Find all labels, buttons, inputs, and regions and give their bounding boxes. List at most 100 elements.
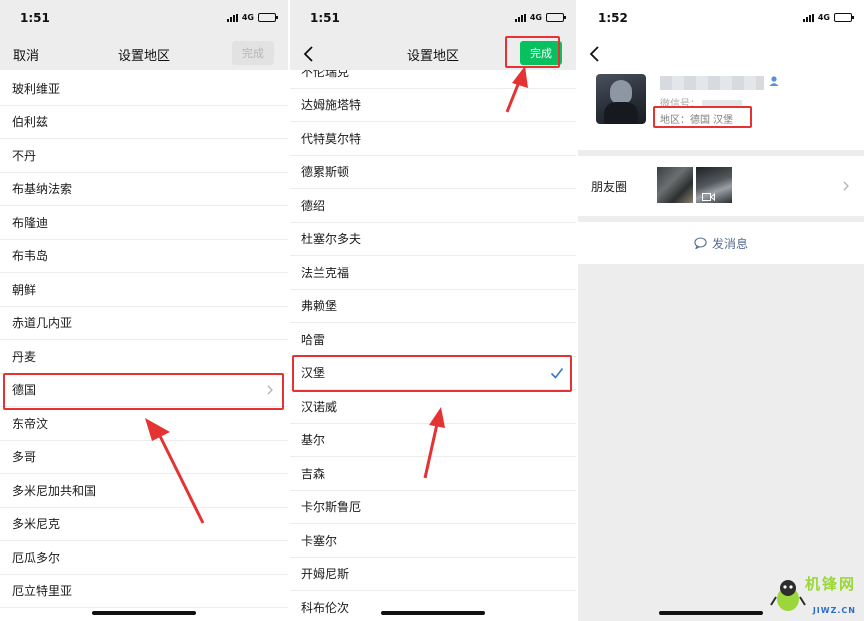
list-item[interactable]: 杜塞尔多夫 xyxy=(290,223,576,256)
list-item-label: 布韦岛 xyxy=(12,249,49,264)
watermark: 机锋网 JIWZ.CN xyxy=(770,573,862,617)
watermark-text: 机锋网 xyxy=(804,575,856,593)
network-type: 4G xyxy=(529,13,542,22)
user-gender-icon xyxy=(769,76,779,86)
moments-row[interactable]: 朋友圈 xyxy=(578,156,864,216)
list-item[interactable]: 汉诺威 xyxy=(290,390,576,424)
list-item[interactable]: 伯利兹 xyxy=(0,106,288,139)
list-item[interactable]: 德绍 xyxy=(290,189,576,223)
list-item-label: 厄瓜多尔 xyxy=(12,550,61,565)
list-item-label: 基尔 xyxy=(301,433,326,448)
list-item[interactable]: 达姆施塔特 xyxy=(290,89,576,122)
nav-bar xyxy=(578,38,864,70)
list-item[interactable]: 布基纳法索 xyxy=(0,173,288,206)
list-item[interactable]: 德累斯顿 xyxy=(290,156,576,189)
wechat-id-label: 微信号： xyxy=(660,99,700,110)
list-item-label: 朝鲜 xyxy=(12,282,37,297)
list-item[interactable]: 基尔 xyxy=(290,424,576,457)
status-indicators: 4G xyxy=(226,13,278,22)
list-item-label: 吉森 xyxy=(301,466,326,481)
list-item[interactable]: 卡塞尔 xyxy=(290,524,576,558)
checkmark-icon xyxy=(550,367,564,379)
list-item[interactable]: 吉森 xyxy=(290,457,576,491)
list-item[interactable]: 多哥 xyxy=(0,441,288,474)
list-item[interactable]: 代特莫尔特 xyxy=(290,122,576,156)
status-time: 1:52 xyxy=(598,11,628,25)
region-text: 地区：德国 汉堡 xyxy=(660,115,734,126)
moments-label: 朋友圈 xyxy=(591,180,628,194)
list-item-label: 玻利维亚 xyxy=(12,81,61,96)
list-item[interactable]: 科布伦次 xyxy=(290,591,576,621)
list-item[interactable]: 法兰克福 xyxy=(290,256,576,290)
list-item[interactable]: 弗赖堡 xyxy=(290,290,576,323)
list-item-label: 汉诺威 xyxy=(301,399,338,414)
network-type: 4G xyxy=(241,13,254,22)
region-picker-country-screen: 1:51 4G 取消 设置地区 完成 玻利维亚伯利兹不丹布基纳法索布隆迪布韦岛朝… xyxy=(0,0,288,621)
done-button-disabled[interactable]: 完成 xyxy=(232,41,274,65)
watermark-url: JIWZ.CN xyxy=(812,606,856,615)
list-item-label: 法兰克福 xyxy=(301,265,350,280)
list-item[interactable]: 厄立特里亚 xyxy=(0,575,288,608)
list-item-label: 弗赖堡 xyxy=(301,299,338,314)
list-item[interactable]: 德国 xyxy=(0,374,288,407)
status-bar: 1:52 4G xyxy=(578,0,864,38)
list-item-label: 代特莫尔特 xyxy=(301,131,362,146)
chevron-right-icon xyxy=(267,385,273,395)
list-item-label: 不伦瑞克 xyxy=(301,70,350,79)
list-item[interactable]: 玻利维亚 xyxy=(0,72,288,106)
list-item-label: 丹麦 xyxy=(12,349,37,364)
list-item-label: 厄立特里亚 xyxy=(12,584,73,599)
list-item[interactable]: 厄瓜多尔 xyxy=(0,541,288,575)
list-item[interactable]: 卡尔斯鲁厄 xyxy=(290,491,576,524)
list-item[interactable]: 开姆尼斯 xyxy=(290,558,576,591)
list-item[interactable]: 哈雷 xyxy=(290,323,576,357)
send-message-label: 发消息 xyxy=(711,236,748,251)
list-item-label: 多哥 xyxy=(12,450,37,465)
battery-icon xyxy=(546,13,566,22)
list-item-label: 布隆迪 xyxy=(12,215,49,230)
list-item[interactable]: 多米尼加共和国 xyxy=(0,474,288,508)
list-item[interactable]: 多米尼克 xyxy=(0,508,288,541)
list-item-label: 不丹 xyxy=(12,148,37,163)
list-item[interactable]: 不伦瑞克 xyxy=(290,70,576,89)
list-item-label: 杜塞尔多夫 xyxy=(301,232,362,247)
status-bar: 1:51 4G xyxy=(0,0,288,38)
list-item[interactable]: 赤道几内亚 xyxy=(0,307,288,340)
city-list[interactable]: 不伦瑞克达姆施塔特代特莫尔特德累斯顿德绍杜塞尔多夫法兰克福弗赖堡哈雷汉堡汉诺威基… xyxy=(290,70,576,621)
chat-bubble-icon xyxy=(694,237,707,249)
signal-icon xyxy=(514,13,526,22)
android-mascot-logo-icon xyxy=(770,580,806,611)
nav-bar: 设置地区 完成 xyxy=(290,38,576,70)
list-item-label: 多米尼克 xyxy=(12,517,61,532)
avatar[interactable] xyxy=(596,74,646,124)
list-item-label: 德累斯顿 xyxy=(301,165,350,180)
list-item[interactable]: 不丹 xyxy=(0,139,288,173)
nav-bar: 取消 设置地区 完成 xyxy=(0,38,288,70)
chevron-right-icon xyxy=(843,181,849,191)
back-chevron-icon[interactable] xyxy=(586,44,604,64)
list-item-label: 科布伦次 xyxy=(301,600,350,615)
list-item[interactable]: 汉堡 xyxy=(290,357,576,390)
network-type: 4G xyxy=(817,13,830,22)
status-indicators: 4G xyxy=(514,13,566,22)
list-item-label: 多米尼加共和国 xyxy=(12,483,97,498)
list-item[interactable]: 丹麦 xyxy=(0,340,288,374)
list-item-label: 伯利兹 xyxy=(12,115,49,130)
list-item[interactable]: 朝鲜 xyxy=(0,273,288,307)
send-message-button[interactable]: 发消息 xyxy=(578,222,864,264)
list-item-label: 布基纳法索 xyxy=(12,182,73,197)
list-item-label: 卡塞尔 xyxy=(301,533,338,548)
video-camera-icon xyxy=(702,193,715,201)
list-item-label: 达姆施塔特 xyxy=(301,98,362,113)
battery-icon xyxy=(258,13,278,22)
region-picker-city-screen: 1:51 4G 设置地区 完成 不伦瑞克 达姆施塔特 代特莫尔特 德累斯顿 德绍 杜塞尔多… xyxy=(290,0,576,621)
list-item-label: 东帝汶 xyxy=(12,416,49,431)
list-item-label: 哈雷 xyxy=(301,332,326,347)
country-list[interactable]: 玻利维亚伯利兹不丹布基纳法索布隆迪布韦岛朝鲜赤道几内亚丹麦德国东帝汶多哥多米尼加… xyxy=(0,70,288,621)
done-button[interactable]: 完成 xyxy=(520,41,562,65)
list-item[interactable]: 东帝汶 xyxy=(0,407,288,441)
status-indicators: 4G xyxy=(802,13,854,22)
list-item[interactable]: 布韦岛 xyxy=(0,240,288,273)
signal-icon xyxy=(802,13,814,22)
list-item[interactable]: 布隆迪 xyxy=(0,206,288,240)
